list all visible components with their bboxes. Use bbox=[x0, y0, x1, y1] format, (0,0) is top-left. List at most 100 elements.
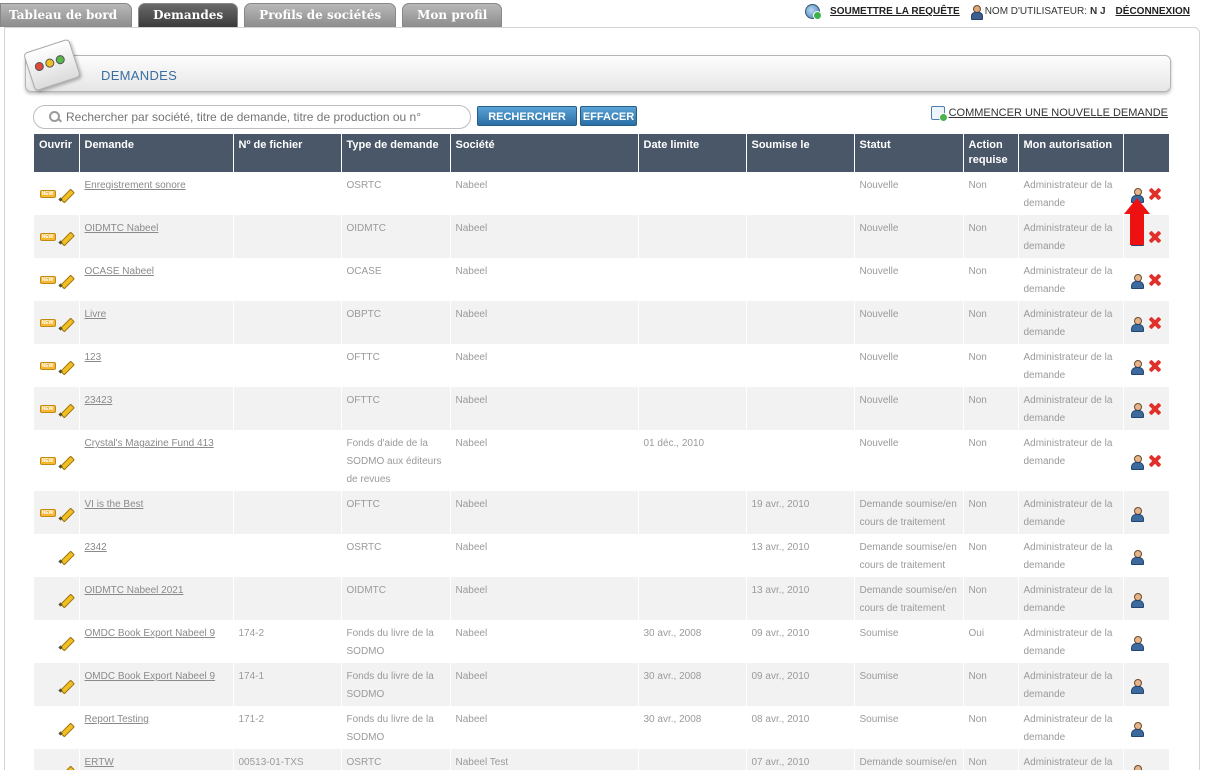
cell-open: NEW bbox=[34, 172, 80, 215]
edit-pencil-icon[interactable] bbox=[58, 635, 73, 650]
cell-company: Nabeel bbox=[450, 344, 639, 387]
delete-icon[interactable] bbox=[1148, 273, 1162, 287]
permissions-user-icon[interactable] bbox=[1130, 764, 1144, 770]
edit-pencil-icon[interactable] bbox=[58, 273, 73, 288]
new-badge-icon: NEW bbox=[39, 319, 56, 328]
request-link[interactable]: Livre bbox=[85, 309, 107, 320]
permissions-user-icon[interactable] bbox=[1130, 592, 1144, 608]
permissions-user-icon[interactable] bbox=[1130, 635, 1144, 651]
cell-deadline: 30 avr., 2008 bbox=[638, 706, 747, 749]
new-request-link-wrap: COMMENCER UNE NOUVELLE DEMANDE bbox=[930, 106, 1168, 122]
edit-pencil-icon[interactable] bbox=[58, 230, 73, 245]
table-row: OIDMTC Nabeel 2021 OIDMTC Nabeel 13 avr., 2… bbox=[34, 577, 1170, 620]
cell-request-type: OSRTC bbox=[341, 534, 451, 577]
cell-open bbox=[34, 577, 80, 620]
cell-actions bbox=[1123, 620, 1170, 663]
logout-link[interactable]: DÉCONNEXION bbox=[1116, 6, 1190, 17]
cell-open: NEW bbox=[34, 301, 80, 344]
cell-deadline bbox=[638, 344, 747, 387]
cell-status: Nouvelle bbox=[854, 430, 964, 491]
search-icon bbox=[48, 110, 62, 124]
cell-status: Demande soumise/en cours de traitement bbox=[854, 577, 964, 620]
cell-request: VI is the Best bbox=[79, 491, 234, 534]
edit-pencil-icon[interactable] bbox=[58, 402, 73, 417]
permissions-user-icon[interactable] bbox=[1130, 316, 1144, 332]
cell-company: Nabeel bbox=[450, 215, 639, 258]
header-col-submitted: Soumise le bbox=[746, 134, 855, 172]
request-link[interactable]: Crystal's Magazine Fund 413 bbox=[85, 438, 214, 449]
edit-pencil-icon[interactable] bbox=[58, 506, 73, 521]
search-field[interactable] bbox=[33, 105, 471, 129]
new-request-link[interactable]: COMMENCER UNE NOUVELLE DEMANDE bbox=[949, 107, 1168, 119]
permissions-user-icon[interactable] bbox=[1130, 359, 1144, 375]
header-col-status: Statut bbox=[854, 134, 964, 172]
edit-pencil-icon[interactable] bbox=[58, 454, 73, 469]
cell-file-number bbox=[233, 301, 342, 344]
edit-pencil-icon[interactable] bbox=[58, 678, 73, 693]
request-link[interactable]: Enregistrement sonore bbox=[85, 180, 186, 191]
cell-authorization: Administrateur de la demande bbox=[1018, 430, 1124, 491]
permissions-user-icon[interactable] bbox=[1130, 273, 1144, 289]
tab-demandes[interactable]: Demandes bbox=[138, 3, 239, 27]
cell-company: Nabeel bbox=[450, 172, 639, 215]
new-badge-icon: NEW bbox=[39, 190, 56, 199]
cell-submitted bbox=[746, 258, 855, 301]
cell-request-type: OIDMTC bbox=[341, 577, 451, 620]
section-header: DEMANDES bbox=[25, 55, 1171, 92]
table-row: NEW Crystal's Magazine Fund 413 Fonds d'ai… bbox=[34, 430, 1170, 491]
permissions-user-icon[interactable] bbox=[1130, 721, 1144, 737]
request-link[interactable]: VI is the Best bbox=[85, 499, 144, 510]
edit-pencil-icon[interactable] bbox=[58, 549, 73, 564]
request-link[interactable]: OIDMTC Nabeel bbox=[85, 223, 159, 234]
cell-request: Report Testing bbox=[79, 706, 234, 749]
edit-pencil-icon[interactable] bbox=[58, 316, 73, 331]
delete-icon[interactable] bbox=[1148, 402, 1162, 416]
edit-pencil-icon[interactable] bbox=[58, 764, 73, 770]
permissions-user-icon[interactable] bbox=[1130, 402, 1144, 418]
cell-request: OMDC Book Export Nabeel 9 bbox=[79, 620, 234, 663]
edit-pencil-icon[interactable] bbox=[58, 187, 73, 202]
edit-pencil-icon[interactable] bbox=[58, 592, 73, 607]
request-link[interactable]: Report Testing bbox=[85, 714, 149, 725]
edit-pencil-icon[interactable] bbox=[58, 721, 73, 736]
cell-file-number bbox=[233, 534, 342, 577]
cell-open: NEW bbox=[34, 258, 80, 301]
request-link[interactable]: OCASE Nabeel bbox=[85, 266, 154, 277]
cell-open: NEW bbox=[34, 215, 80, 258]
permissions-user-icon[interactable] bbox=[1130, 506, 1144, 522]
request-link[interactable]: OMDC Book Export Nabeel 9 bbox=[85, 671, 216, 682]
search-button[interactable]: RECHERCHER bbox=[477, 106, 577, 126]
cell-action-required: Oui bbox=[963, 620, 1019, 663]
cell-file-number: 00513-01-TXS bbox=[233, 749, 342, 770]
tab-tableau-de-bord[interactable]: Tableau de bord bbox=[0, 3, 133, 27]
cell-request: OIDMTC Nabeel 2021 bbox=[79, 577, 234, 620]
permissions-user-icon[interactable] bbox=[1130, 549, 1144, 565]
search-input[interactable] bbox=[66, 110, 456, 124]
edit-pencil-icon[interactable] bbox=[58, 359, 73, 374]
cell-deadline bbox=[638, 577, 747, 620]
tab-mon-profil[interactable]: Mon profil bbox=[402, 3, 503, 27]
cell-deadline bbox=[638, 172, 747, 215]
request-link[interactable]: OMDC Book Export Nabeel 9 bbox=[85, 628, 216, 639]
delete-icon[interactable] bbox=[1148, 359, 1162, 373]
permissions-user-icon[interactable] bbox=[1130, 454, 1144, 470]
cell-action-required: Non bbox=[963, 344, 1019, 387]
request-link[interactable]: 123 bbox=[85, 352, 102, 363]
cell-request: 2342 bbox=[79, 534, 234, 577]
cell-action-required: Non bbox=[963, 491, 1019, 534]
permissions-user-icon[interactable] bbox=[1130, 678, 1144, 694]
username-label: NOM D'UTILISATEUR: bbox=[984, 6, 1087, 17]
clear-button[interactable]: EFFACER bbox=[580, 106, 637, 126]
request-link[interactable]: 23423 bbox=[85, 395, 113, 406]
request-link[interactable]: 2342 bbox=[85, 542, 107, 553]
cell-request: 23423 bbox=[79, 387, 234, 430]
cell-deadline bbox=[638, 534, 747, 577]
delete-icon[interactable] bbox=[1148, 316, 1162, 330]
submit-request-link[interactable]: SOUMETTRE LA REQUÊTE bbox=[830, 6, 960, 17]
cell-status: Soumise bbox=[854, 663, 964, 706]
delete-icon[interactable] bbox=[1148, 454, 1162, 468]
request-link[interactable]: OIDMTC Nabeel 2021 bbox=[85, 585, 184, 596]
cell-actions bbox=[1123, 577, 1170, 620]
tab-profils-societes[interactable]: Profils de sociétés bbox=[244, 3, 397, 27]
request-link[interactable]: ERTW bbox=[85, 757, 114, 768]
